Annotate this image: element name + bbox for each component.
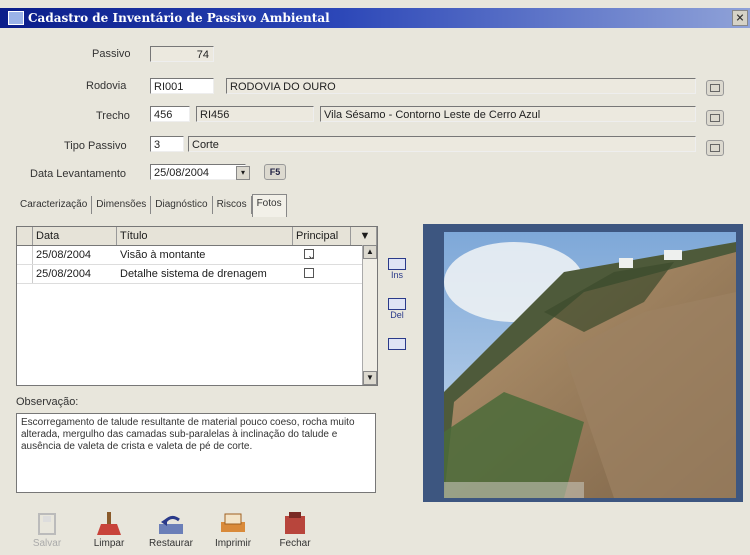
tab-fotos[interactable]: Fotos [251, 194, 287, 217]
tipo-passivo-label: Tipo Passivo [64, 140, 127, 152]
close-icon[interactable]: × [732, 10, 748, 26]
observacao-label: Observação: [16, 396, 79, 408]
tab-riscos[interactable]: Riscos [213, 196, 252, 214]
cell-data: 25/08/2004 [36, 249, 92, 261]
undo-icon [157, 512, 185, 536]
scroll-up-icon[interactable]: ▲ [363, 245, 377, 259]
insert-icon [388, 258, 406, 270]
cell-titulo: Detalhe sistema de drenagem [120, 268, 267, 280]
column-header-principal[interactable]: Principal [293, 227, 351, 245]
delete-photo-button[interactable]: Del [384, 298, 410, 324]
tipo-passivo-lookup-button[interactable] [706, 140, 724, 156]
observacao-field[interactable]: Escorregamento de talude resultante de m… [16, 413, 376, 493]
row-indicator-header [17, 227, 33, 245]
column-header-data[interactable]: Data [33, 227, 117, 245]
table-row[interactable]: 25/08/2004 Detalhe sistema de drenagem [17, 265, 377, 284]
principal-checkbox[interactable]: ✕ [304, 249, 314, 259]
lookup-icon [710, 114, 720, 122]
cell-titulo: Visão à montante [120, 249, 206, 261]
tipo-passivo-code-field[interactable]: 3 [150, 136, 184, 152]
trecho-code-field: RI456 [196, 106, 314, 122]
scroll-down-icon[interactable]: ▼ [363, 371, 377, 385]
trecho-lookup-button[interactable] [706, 110, 724, 126]
photos-grid[interactable]: Data Título Principal ▼ 25/08/2004 Visão… [16, 226, 378, 386]
grid-header: Data Título Principal ▼ [17, 227, 377, 246]
date-dropdown-button[interactable]: ▾ [236, 166, 250, 180]
print-button[interactable]: Imprimir [202, 512, 264, 555]
passivo-field: 74 [150, 46, 214, 62]
row-indicator [17, 265, 33, 283]
save-button[interactable]: Salvar [16, 512, 78, 555]
trecho-label: Trecho [96, 110, 130, 122]
view-icon [388, 338, 406, 350]
restore-label: Restaurar [149, 538, 193, 549]
tab-diagnostico[interactable]: Diagnóstico [151, 196, 213, 214]
restore-button[interactable]: Restaurar [140, 512, 202, 555]
data-levantamento-field[interactable]: 25/08/2004 [150, 164, 246, 180]
clear-button[interactable]: Limpar [78, 512, 140, 555]
f5-button[interactable]: F5 [264, 164, 286, 180]
printer-icon [219, 512, 247, 536]
column-header-titulo[interactable]: Título [117, 227, 293, 245]
broom-icon [95, 512, 123, 536]
cell-principal: ✕ [293, 246, 351, 264]
app-icon [8, 11, 24, 25]
save-icon [33, 512, 61, 536]
tab-caracterizacao[interactable]: Caracterização [16, 196, 93, 214]
exit-icon [281, 512, 309, 536]
photo-image [444, 232, 736, 498]
table-row[interactable]: 25/08/2004 Visão à montante ✕ [17, 246, 377, 265]
trecho-id-field[interactable]: 456 [150, 106, 190, 122]
clear-label: Limpar [93, 538, 125, 549]
save-label: Salvar [32, 538, 62, 549]
print-label: Imprimir [214, 538, 252, 549]
rodovia-code-field[interactable]: RI001 [150, 78, 214, 94]
rodovia-lookup-button[interactable] [706, 80, 724, 96]
bottom-toolbar: Salvar Limpar Restaurar Imprimir Fechar [16, 512, 356, 555]
filter-icon[interactable]: ▼ [351, 227, 377, 245]
lookup-icon [710, 84, 720, 92]
delete-label: Del [390, 310, 404, 320]
grid-scrollbar[interactable]: ▲ ▼ [362, 245, 377, 385]
rodovia-name-field: RODOVIA DO OURO [226, 78, 696, 94]
cell-data: 25/08/2004 [36, 268, 92, 280]
tab-dimensoes[interactable]: Dimensões [92, 196, 152, 214]
tipo-passivo-name-field: Corte [188, 136, 696, 152]
principal-checkbox[interactable] [304, 268, 314, 278]
data-levantamento-label: Data Levantamento [30, 168, 127, 180]
slope-photo [444, 232, 736, 498]
insert-photo-button[interactable]: Ins [384, 258, 410, 284]
close-button[interactable]: Fechar [264, 512, 326, 555]
lookup-icon [710, 144, 720, 152]
window-title: Cadastro de Inventário de Passivo Ambien… [28, 11, 330, 25]
title-bar: Cadastro de Inventário de Passivo Ambien… [0, 8, 750, 28]
cell-principal [293, 265, 351, 283]
trecho-name-field: Vila Sésamo - Contorno Leste de Cerro Az… [320, 106, 696, 122]
rodovia-label: Rodovia [86, 80, 127, 92]
view-photo-button[interactable] [384, 338, 410, 364]
close-label: Fechar [279, 538, 311, 549]
tab-strip: Caracterização Dimensões Diagnóstico Ris… [16, 194, 287, 217]
insert-label: Ins [390, 270, 403, 280]
delete-icon [388, 298, 406, 310]
passivo-label: Passivo [92, 48, 131, 60]
row-indicator [17, 246, 33, 264]
